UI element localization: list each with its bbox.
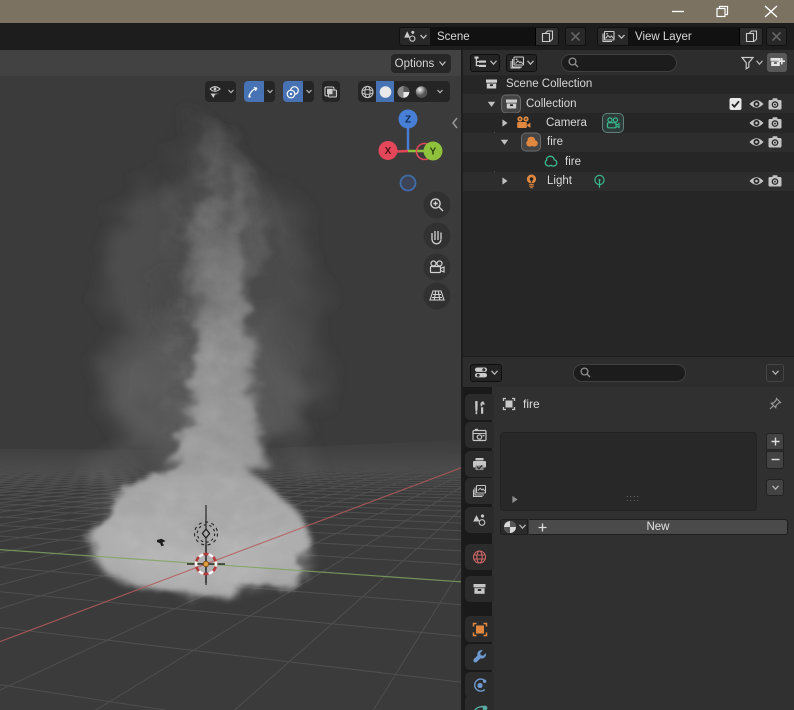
svg-text:Y: Y <box>430 147 437 158</box>
svg-text:Z: Z <box>405 115 411 126</box>
svg-text:X: X <box>385 146 392 157</box>
